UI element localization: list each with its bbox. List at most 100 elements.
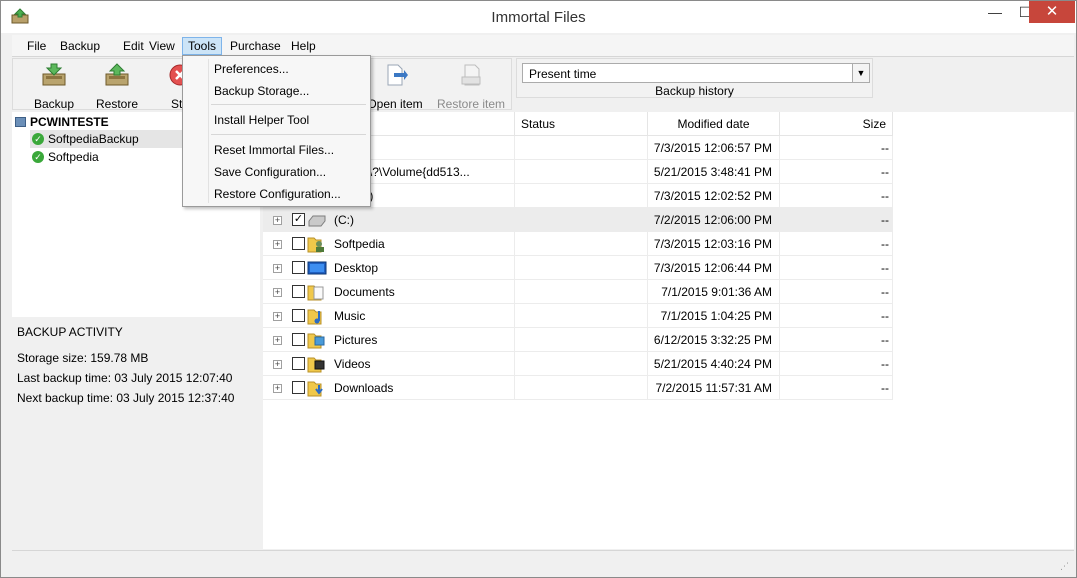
tree-item-softpedia[interactable]: ✓ Softpedia	[30, 148, 103, 166]
file-name: Documents	[334, 285, 395, 299]
drive-icon	[307, 211, 327, 229]
status-cell	[515, 304, 648, 328]
row-checkbox[interactable]	[292, 309, 305, 322]
backup-history-select[interactable]: Present time ▼	[522, 63, 870, 83]
minimize-button[interactable]: —	[981, 3, 1009, 23]
file-name: (C:)	[334, 213, 354, 227]
tree-root-label: PCWINTESTE	[30, 115, 109, 129]
name-cell: + Downloads	[263, 376, 515, 400]
row-checkbox[interactable]	[292, 357, 305, 370]
size-cell: --	[780, 208, 893, 232]
table-row[interactable]: + Pictures 6/12/2015 3:32:25 PM --	[263, 328, 893, 352]
column-size[interactable]: Size	[780, 112, 893, 136]
table-row[interactable]: + Videos 5/21/2015 4:40:24 PM --	[263, 352, 893, 376]
column-modified[interactable]: Modified date	[648, 112, 780, 136]
open-item-button[interactable]: Open item	[363, 63, 427, 111]
row-checkbox[interactable]	[292, 333, 305, 346]
check-circle-icon: ✓	[32, 133, 44, 145]
menu-view[interactable]: View	[144, 37, 180, 55]
menu-separator	[211, 104, 366, 105]
expand-icon[interactable]: +	[273, 360, 282, 369]
restore-label: Restore	[95, 97, 139, 111]
last-backup-time: Last backup time: 03 July 2015 12:07:40	[17, 371, 233, 385]
size-cell: --	[780, 256, 893, 280]
name-cell: + Videos	[263, 352, 515, 376]
modified-cell: 7/3/2015 12:06:44 PM	[648, 256, 780, 280]
status-cell	[515, 232, 648, 256]
row-checkbox[interactable]	[292, 237, 305, 250]
expand-icon[interactable]: +	[273, 264, 282, 273]
restore-button[interactable]: Restore	[86, 63, 148, 111]
expand-icon[interactable]: +	[273, 216, 282, 225]
table-row[interactable]: + Softpedia 7/3/2015 12:03:16 PM --	[263, 232, 893, 256]
menu-purchase[interactable]: Purchase	[225, 37, 286, 55]
row-checkbox[interactable]	[292, 261, 305, 274]
size-cell: --	[780, 376, 893, 400]
status-cell	[515, 136, 648, 160]
menu-tools[interactable]: Tools	[182, 37, 223, 55]
status-cell	[515, 160, 648, 184]
expand-icon[interactable]: +	[273, 336, 282, 345]
modified-cell: 5/21/2015 4:40:24 PM	[648, 352, 780, 376]
size-cell: --	[780, 304, 893, 328]
status-cell	[515, 352, 648, 376]
storage-size: Storage size: 159.78 MB	[17, 351, 149, 365]
size-cell: --	[780, 160, 893, 184]
modified-cell: 7/2/2015 12:06:00 PM	[648, 208, 780, 232]
restore-item-icon	[461, 64, 481, 86]
resize-grip-icon[interactable]: ⋰	[1060, 561, 1070, 571]
history-select-value: Present time	[529, 67, 597, 81]
table-row[interactable]: + Documents 7/1/2015 9:01:36 AM --	[263, 280, 893, 304]
menu-item-reset[interactable]: Reset Immortal Files...	[186, 140, 367, 160]
size-cell: --	[780, 184, 893, 208]
window-title: Immortal Files	[491, 9, 586, 26]
menu-item-backup-storage[interactable]: Backup Storage...	[186, 81, 367, 101]
menu-file[interactable]: File	[22, 37, 51, 55]
table-row[interactable]: + ✓ (C:) 7/2/2015 12:06:00 PM --	[263, 208, 893, 232]
activity-title: BACKUP ACTIVITY	[17, 325, 123, 339]
backup-history-label: Backup history	[655, 84, 734, 98]
backup-icon	[42, 63, 66, 86]
status-cell	[515, 376, 648, 400]
name-cell: + Softpedia	[263, 232, 515, 256]
size-cell: --	[780, 136, 893, 160]
expand-icon[interactable]: +	[273, 384, 282, 393]
menu-help[interactable]: Help	[286, 37, 321, 55]
table-row[interactable]: + Downloads 7/2/2015 11:57:31 AM --	[263, 376, 893, 400]
title-bar: Immortal Files — ☐ ✕	[1, 1, 1076, 33]
menu-item-restore-configuration[interactable]: Restore Configuration...	[186, 184, 367, 204]
status-bar: ⋰	[12, 550, 1074, 575]
menu-item-save-configuration[interactable]: Save Configuration...	[186, 162, 367, 182]
status-cell	[515, 208, 648, 232]
restore-item-button[interactable]: Restore item	[435, 63, 507, 111]
check-circle-icon: ✓	[32, 151, 44, 163]
size-cell: --	[780, 232, 893, 256]
restore-icon	[105, 63, 129, 86]
row-checkbox[interactable]	[292, 381, 305, 394]
file-list: Status Modified date Size este7/3/2015 1…	[263, 112, 1074, 549]
backup-button[interactable]: Backup	[23, 63, 85, 111]
name-cell: + Music	[263, 304, 515, 328]
backup-activity-panel: BACKUP ACTIVITY Storage size: 159.78 MB …	[12, 317, 260, 549]
backup-history-panel: Present time ▼ Backup history	[516, 58, 873, 98]
menu-separator	[211, 134, 366, 135]
table-row[interactable]: + Music 7/1/2015 1:04:25 PM --	[263, 304, 893, 328]
table-row[interactable]: + Desktop 7/3/2015 12:06:44 PM --	[263, 256, 893, 280]
modified-cell: 7/2/2015 11:57:31 AM	[648, 376, 780, 400]
chevron-down-icon[interactable]: ▼	[852, 64, 869, 82]
menu-item-preferences[interactable]: Preferences...	[186, 59, 367, 79]
expand-icon[interactable]: +	[273, 240, 282, 249]
expand-icon[interactable]: +	[273, 288, 282, 297]
row-checkbox[interactable]	[292, 285, 305, 298]
close-button[interactable]: ✕	[1029, 1, 1075, 23]
expand-icon[interactable]: +	[273, 312, 282, 321]
pictures-folder-icon	[307, 331, 327, 349]
menu-backup[interactable]: Backup	[55, 37, 105, 55]
size-cell: --	[780, 280, 893, 304]
menu-item-install-helper-tool[interactable]: Install Helper Tool	[186, 110, 367, 130]
row-checkbox[interactable]: ✓	[292, 213, 305, 226]
softpedia-folder-icon	[307, 235, 327, 253]
status-cell	[515, 280, 648, 304]
status-cell	[515, 184, 648, 208]
column-status[interactable]: Status	[515, 112, 648, 136]
